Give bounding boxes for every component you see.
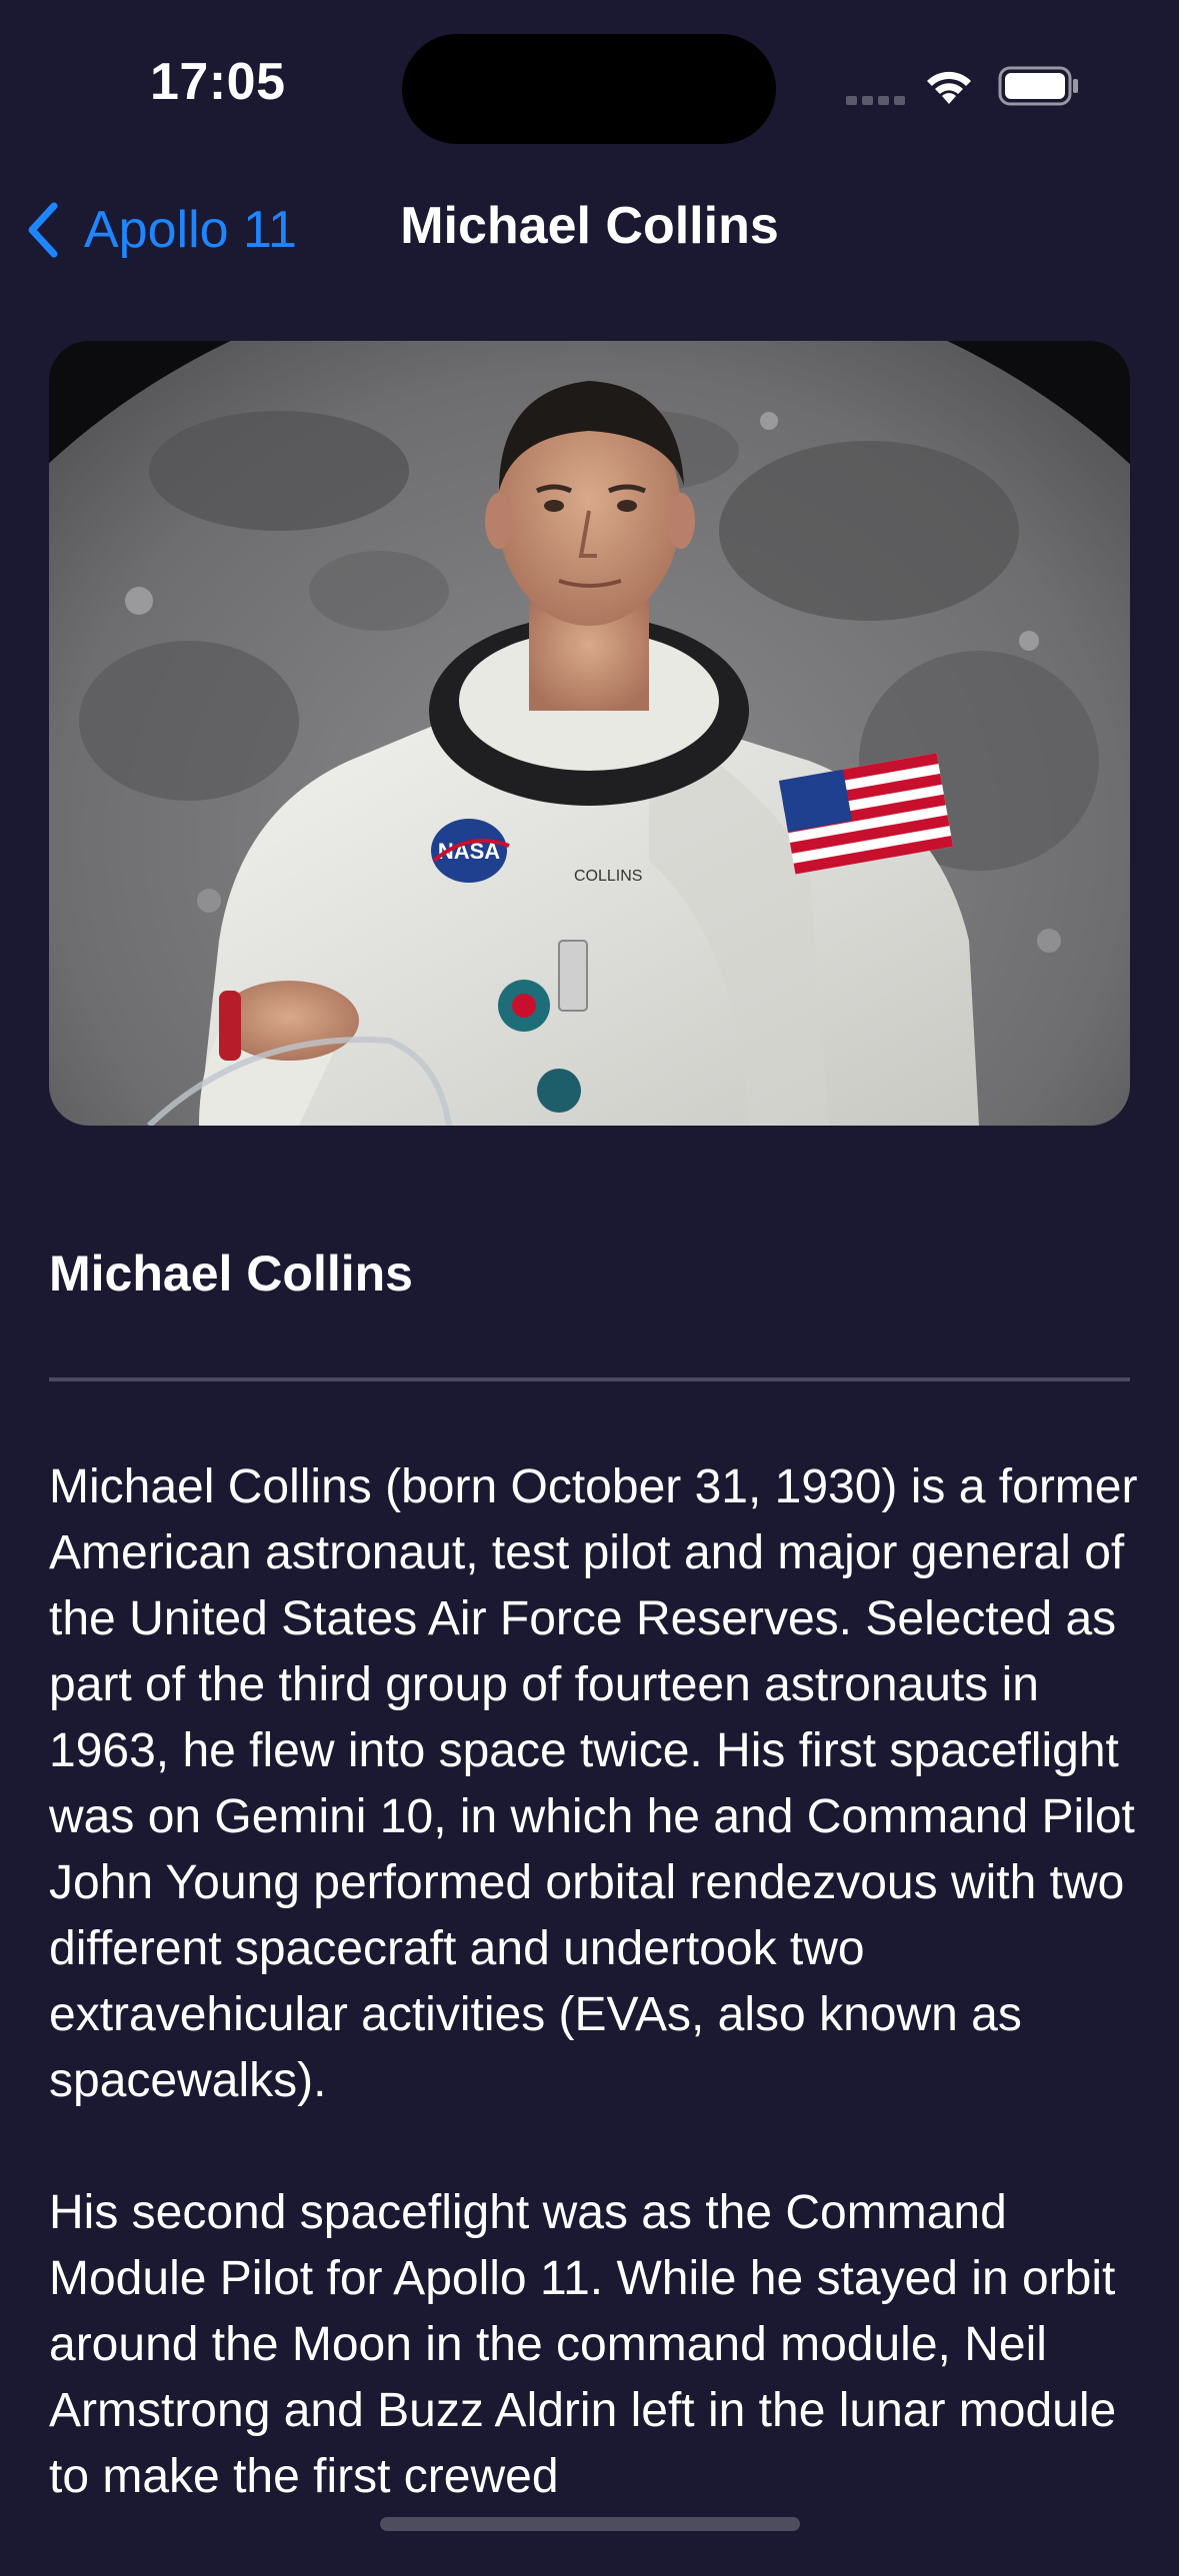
biography-text: Michael Collins (born October 31, 1930) … <box>49 1454 1139 2576</box>
navigation-bar: Apollo 11 Michael Collins <box>0 180 1179 280</box>
bio-paragraph: His second spaceflight was as the Comman… <box>49 2186 1117 2503</box>
cellular-signal-icon <box>846 96 906 106</box>
divider <box>49 1377 1130 1381</box>
nav-title: Michael Collins <box>400 197 779 255</box>
astronaut-portrait: NASA COLLINS <box>49 341 1130 1126</box>
home-indicator[interactable] <box>380 2517 800 2531</box>
svg-text:COLLINS: COLLINS <box>574 868 642 885</box>
bio-paragraph: Michael Collins (born October 31, 1930) … <box>49 1460 1138 2107</box>
dynamic-island <box>402 34 776 144</box>
status-time: 17:05 <box>150 53 286 111</box>
wifi-icon <box>927 71 971 104</box>
battery-icon <box>998 66 1078 106</box>
status-bar: 17:05 <box>0 0 1179 160</box>
section-heading: Michael Collins <box>49 1246 413 1301</box>
